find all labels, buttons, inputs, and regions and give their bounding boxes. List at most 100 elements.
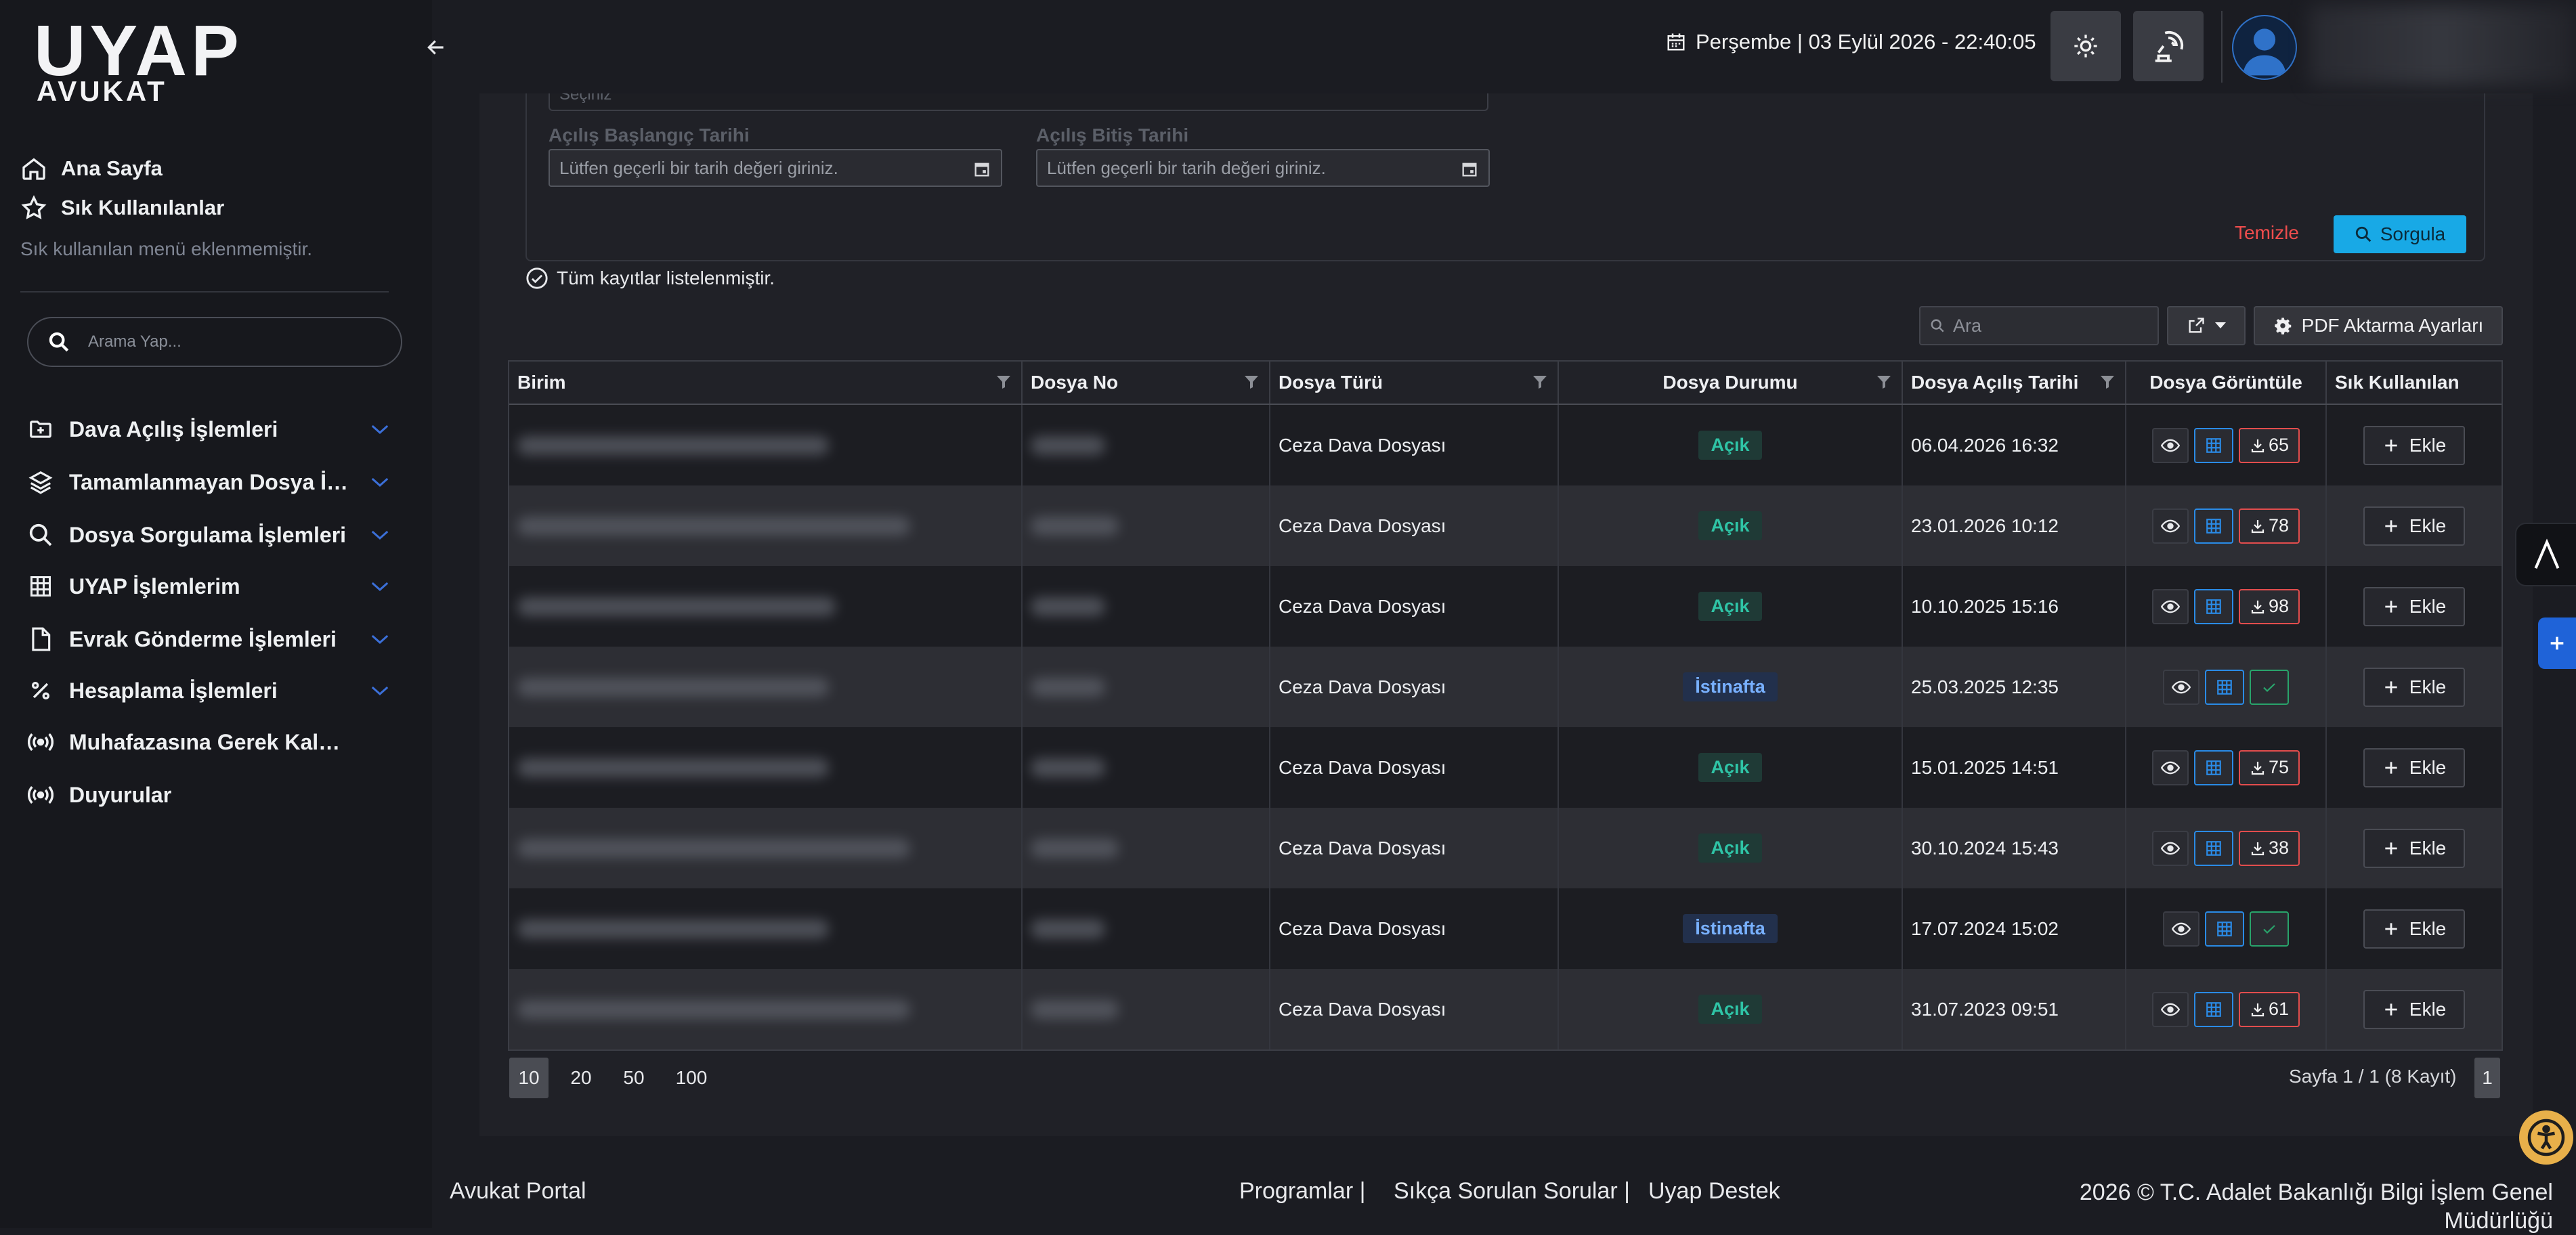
check-button[interactable] (2250, 911, 2289, 947)
plus-icon (2385, 842, 2397, 854)
table-view-button[interactable] (2194, 427, 2233, 463)
arrow-left-icon[interactable] (425, 37, 447, 58)
theme-toggle-button[interactable] (2051, 11, 2121, 81)
download-button[interactable]: 75 (2239, 750, 2300, 785)
table-search-input[interactable] (1952, 314, 2158, 337)
cell-birim (509, 888, 1023, 969)
start-date-label: Açılış Başlangıç Tarihi (549, 125, 750, 146)
page-button-1[interactable]: 1 (2474, 1058, 2500, 1098)
column-dosya-no[interactable]: Dosya No (1023, 362, 1270, 404)
download-button[interactable]: 78 (2239, 508, 2300, 544)
add-favorite-button[interactable]: Ekle (2363, 748, 2465, 787)
add-favorite-button[interactable]: Ekle (2363, 909, 2465, 949)
accessibility-button[interactable] (2519, 1110, 2573, 1165)
redacted-text (1031, 758, 1105, 777)
end-date-input[interactable] (1046, 156, 1448, 179)
column-dosya-turu[interactable]: Dosya Türü (1270, 362, 1559, 404)
eye-icon (2161, 1003, 2180, 1016)
add-favorite-button[interactable]: Ekle (2363, 586, 2465, 626)
menu-uyap-islemlerim[interactable]: UYAP İşlemlerim (27, 567, 393, 605)
query-button[interactable]: Sorgula (2334, 215, 2466, 253)
menu-duyurular[interactable]: Duyurular (27, 776, 393, 814)
view-button[interactable] (2152, 427, 2189, 463)
sun-icon (2074, 35, 2097, 58)
table-view-button[interactable] (2194, 508, 2233, 544)
cell-birim (509, 566, 1023, 647)
table-view-button[interactable] (2205, 911, 2244, 947)
column-dosya-durumu[interactable]: Dosya Durumu (1559, 362, 1903, 404)
cell-dosya-no (1023, 566, 1270, 647)
table-view-button[interactable] (2194, 991, 2233, 1027)
view-button[interactable] (2152, 750, 2189, 785)
view-button[interactable] (2152, 830, 2189, 866)
download-button[interactable]: 61 (2239, 991, 2300, 1027)
footer-link-destek[interactable]: Uyap Destek (1648, 1178, 1780, 1205)
footer-link-sss[interactable]: Sıkça Sorulan Sorular | (1394, 1178, 1630, 1205)
download-button[interactable]: 38 (2239, 830, 2300, 866)
pdf-settings-button[interactable]: PDF Aktarma Ayarları (2254, 306, 2503, 345)
download-button[interactable]: 65 (2239, 427, 2300, 463)
favorites-link[interactable]: Sık Kullanılanlar (20, 192, 224, 223)
filter-icon[interactable] (1532, 374, 1548, 390)
column-acilis-tarihi[interactable]: Dosya Açılış Tarihi (1903, 362, 2126, 404)
end-date-field[interactable] (1036, 149, 1490, 187)
home-link[interactable]: Ana Sayfa (20, 153, 163, 184)
search-icon (2355, 226, 2371, 242)
view-button[interactable] (2163, 911, 2199, 947)
avatar[interactable] (2232, 15, 2297, 80)
menu-muhafaza[interactable]: Muhafazasına Gerek Kalmayan (27, 723, 393, 761)
footer-link-programlar[interactable]: Programlar | (1239, 1178, 1365, 1205)
filter-icon[interactable] (1243, 374, 1260, 390)
menu-evrak-gonderme[interactable]: Evrak Gönderme İşlemleri (27, 620, 393, 658)
cell-acilis-tarihi: 15.01.2025 14:51 (1903, 727, 2126, 808)
start-date-input[interactable] (558, 156, 960, 179)
filter-icon[interactable] (995, 374, 1012, 390)
page-size-10[interactable]: 10 (509, 1058, 549, 1098)
clear-button[interactable]: Temizle (2235, 222, 2299, 244)
cell-dosya-turu: Ceza Dava Dosyası (1270, 727, 1559, 808)
gavel-button[interactable] (2133, 11, 2204, 81)
calendar-icon[interactable] (972, 160, 991, 179)
table-search[interactable] (1919, 306, 2159, 345)
column-sik-kullanilan: Sık Kullanılan (2335, 372, 2460, 393)
check-button[interactable] (2250, 669, 2289, 705)
export-dropdown-button[interactable] (2167, 306, 2246, 345)
table-view-button[interactable] (2194, 588, 2233, 624)
filter-icon[interactable] (2099, 374, 2116, 390)
view-button[interactable] (2163, 669, 2199, 705)
download-button[interactable]: 98 (2239, 588, 2300, 624)
cell-dosya-durumu: Açık (1559, 405, 1903, 485)
page-size-50[interactable]: 50 (615, 1058, 653, 1098)
add-favorite-button[interactable]: Ekle (2363, 667, 2465, 707)
view-button[interactable] (2152, 991, 2189, 1027)
add-favorite-button[interactable]: Ekle (2363, 828, 2465, 868)
page-size-100[interactable]: 100 (668, 1058, 715, 1098)
add-favorite-button[interactable]: Ekle (2363, 425, 2465, 465)
menu-hesaplama[interactable]: Hesaplama İşlemleri (27, 672, 393, 710)
sidebar-search[interactable] (27, 317, 402, 367)
table-view-button[interactable] (2205, 669, 2244, 705)
sidebar-search-input[interactable] (87, 332, 374, 352)
scroll-up-button[interactable] (2515, 523, 2576, 586)
download-icon (2251, 761, 2264, 775)
menu-dosya-sorgulama[interactable]: Dosya Sorgulama İşlemleri (27, 516, 393, 554)
quick-add-button[interactable] (2538, 618, 2576, 669)
filter-icon[interactable] (1876, 374, 1892, 390)
accessibility-icon (2527, 1119, 2565, 1156)
add-favorite-button[interactable]: Ekle (2363, 506, 2465, 546)
add-favorite-button[interactable]: Ekle (2363, 989, 2465, 1029)
table-row: Ceza Dava Dosyası Açık 23.01.2026 10:12 78 E… (509, 485, 2502, 566)
cell-sik-kullanilan: Ekle (2327, 727, 2502, 808)
menu-dava-acilis[interactable]: Dava Açılış İşlemleri (27, 410, 393, 448)
page-size-20[interactable]: 20 (562, 1058, 600, 1098)
menu-tamamlanmayan[interactable]: Tamamlanmayan Dosya İşlemleri (27, 463, 393, 501)
column-birim[interactable]: Birim (509, 362, 1023, 404)
view-button[interactable] (2152, 508, 2189, 544)
table-view-button[interactable] (2194, 750, 2233, 785)
table-view-button[interactable] (2194, 830, 2233, 866)
download-icon (2251, 1003, 2264, 1016)
view-button[interactable] (2152, 588, 2189, 624)
start-date-field[interactable] (549, 149, 1002, 187)
calendar-icon[interactable] (1460, 160, 1479, 179)
cell-acilis-tarihi: 17.07.2024 15:02 (1903, 888, 2126, 969)
